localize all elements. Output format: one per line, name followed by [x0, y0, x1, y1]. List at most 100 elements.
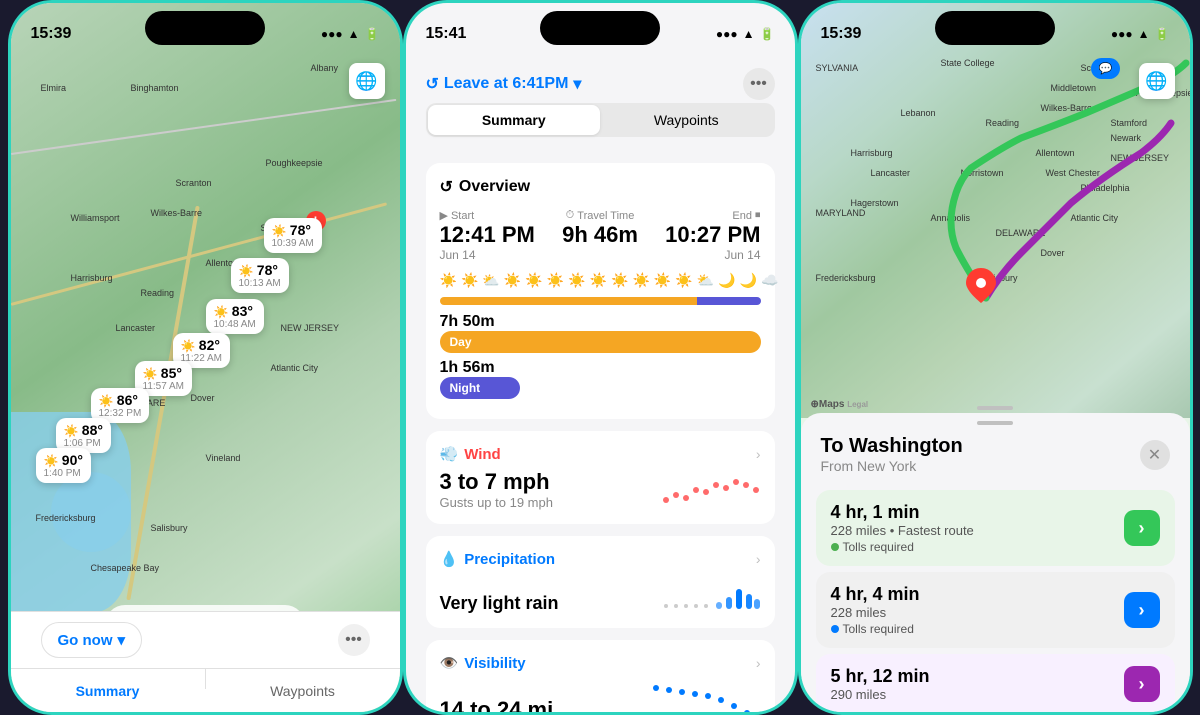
- more-button-1[interactable]: •••: [338, 624, 370, 656]
- precip-chart-svg: [661, 564, 761, 614]
- tab-waypoints-1[interactable]: Waypoints: [206, 669, 400, 712]
- precip-body: Very light rain: [440, 574, 761, 614]
- route-info-1: 4 hr, 1 min 228 miles • Fastest route To…: [831, 502, 1124, 554]
- wind-body: 3 to 7 mph Gusts up to 19 mph: [440, 469, 761, 510]
- night-bar: 1h 56m Night: [440, 359, 761, 399]
- tab-summary-2[interactable]: Summary: [428, 105, 601, 135]
- end-date: Jun 14: [724, 248, 760, 262]
- wind-chart: [661, 470, 761, 510]
- wind-title: 💨 Wind: [440, 445, 501, 463]
- dynamic-island-3: [935, 11, 1055, 45]
- route-option-2[interactable]: 4 hr, 4 min 228 miles Tolls required ›: [816, 572, 1175, 648]
- phone2-content: ↺ Overview ▶ Start 12:41 PM Jun 14 ⏱ Tra…: [406, 148, 795, 712]
- weather-card-1: ☀️ 78° 10:13 AM: [231, 258, 289, 293]
- visibility-card: 👁️ Visibility › 14 to 24 mi: [426, 640, 775, 712]
- vis-title: 👁️ Visibility: [440, 654, 526, 672]
- phone-1: 15:39 ●●● ▲ 🔋 Elmira Binghamton Albany P…: [8, 0, 403, 715]
- weather-icons-row: ☀️☀️⛅☀️☀️☀️☀️☀️☀️☀️☀️☀️⛅🌙🌙☁️: [440, 272, 761, 289]
- route-time-1: 4 hr, 1 min: [831, 502, 1124, 523]
- day-bar: 7h 50m Day: [440, 313, 761, 353]
- dynamic-island-2: [540, 11, 660, 45]
- badge-dot-1: [831, 543, 839, 551]
- route-option-3[interactable]: 5 hr, 12 min 290 miles ›: [816, 654, 1175, 712]
- time-3: 15:39: [821, 25, 862, 43]
- phone-2: 15:41 ●●● ▲ 🔋 ↺ Leave at 6:41PM ▾ ••• Su…: [403, 0, 798, 715]
- route-time-2: 4 hr, 4 min: [831, 584, 1124, 605]
- destination-sub: From New York: [821, 458, 963, 474]
- wind-chart-svg: [661, 470, 761, 510]
- precip-amount: Very light rain: [440, 593, 559, 614]
- time-1: 15:39: [31, 25, 72, 43]
- status-icons-1: ●●● ▲ 🔋: [321, 27, 380, 41]
- vis-chart-svg: [651, 678, 761, 712]
- phone-3: 15:39 ●●● ▲ 🔋 SYLVANIA State College Scr…: [798, 0, 1193, 715]
- start-label: ▶ Start: [440, 209, 544, 222]
- vis-chevron: ›: [756, 655, 761, 671]
- overview-card: ↺ Overview ▶ Start 12:41 PM Jun 14 ⏱ Tra…: [426, 163, 775, 419]
- message-bubble: 💬: [1091, 58, 1121, 79]
- badge-dot-2: [831, 625, 839, 633]
- route-option-1[interactable]: 4 hr, 1 min 228 miles • Fastest route To…: [816, 490, 1175, 566]
- wind-chevron: ›: [756, 446, 761, 462]
- vis-body: 14 to 24 mi: [440, 678, 761, 712]
- tab-row-1: Summary Waypoints: [11, 668, 400, 712]
- route-badge-1: Tolls required: [831, 540, 1124, 554]
- end-time: 10:27 PM: [665, 222, 760, 248]
- tab-waypoints-2[interactable]: Waypoints: [600, 105, 773, 135]
- scroll-indicator-3: [977, 406, 1013, 410]
- weather-card-0: ☀️ 78° 10:39 AM: [264, 218, 322, 253]
- travel-col: ⏱ Travel Time 9h 46m: [548, 209, 652, 262]
- wind-speed: 3 to 7 mph: [440, 469, 553, 495]
- route-info-2: 4 hr, 4 min 228 miles Tolls required: [831, 584, 1124, 636]
- wind-card: 💨 Wind › 3 to 7 mph Gusts up to 19 mph: [426, 431, 775, 524]
- route-details-1: 228 miles • Fastest route: [831, 523, 1124, 538]
- destination-header: To Washington From New York ✕: [801, 425, 1190, 484]
- status-icons-3: ●●● ▲ 🔋: [1111, 27, 1170, 41]
- destination-title: To Washington: [821, 435, 963, 458]
- globe-button[interactable]: 🌐: [349, 63, 385, 99]
- globe-button-3[interactable]: 🌐: [1139, 63, 1175, 99]
- route-details-2: 228 miles: [831, 605, 1124, 620]
- leave-at-button[interactable]: ↺ Leave at 6:41PM ▾: [426, 74, 582, 94]
- go-button-2[interactable]: ›: [1124, 592, 1160, 628]
- phone2-tabs: Summary Waypoints: [426, 103, 775, 137]
- overview-title: ↺ Overview: [440, 177, 761, 197]
- go-now-row: Go now ▾ •••: [11, 611, 400, 668]
- weather-card-2: ☀️ 83° 10:48 AM: [206, 299, 264, 334]
- dynamic-island-1: [145, 11, 265, 45]
- end-col: End ⏹ 10:27 PM Jun 14: [656, 209, 760, 262]
- night-track: Night: [440, 377, 520, 399]
- go-button-1[interactable]: ›: [1124, 510, 1160, 546]
- bottom-nav-1: Go now ▾ ••• Summary Waypoints: [11, 611, 400, 712]
- end-label: End ⏹: [732, 209, 760, 222]
- day-track: Day: [440, 331, 761, 353]
- tab-summary-1[interactable]: Summary: [11, 669, 205, 712]
- more-dots-button[interactable]: •••: [743, 68, 775, 100]
- phone3-bottom-sheet: To Washington From New York ✕ 4 hr, 1 mi…: [801, 413, 1190, 712]
- time-2: 15:41: [426, 25, 467, 43]
- precip-title: 💧 Precipitation: [440, 550, 556, 568]
- route-time-3: 5 hr, 12 min: [831, 666, 1124, 687]
- weather-card-7: ☀️ 90° 1:40 PM: [36, 448, 91, 483]
- route-badge-2: Tolls required: [831, 622, 1124, 636]
- travel-label: ⏱ Travel Time: [566, 209, 635, 222]
- route-svg: [801, 3, 1190, 418]
- close-button[interactable]: ✕: [1140, 440, 1170, 470]
- maps-label-3: ⊕Maps Legal: [811, 399, 869, 410]
- map-3[interactable]: SYLVANIA State College Scranton Middleto…: [801, 3, 1190, 418]
- travel-time: 9h 46m: [562, 222, 638, 248]
- precip-chart: [661, 574, 761, 614]
- go-now-button[interactable]: Go now ▾: [41, 622, 143, 658]
- vis-range: 14 to 24 mi: [440, 697, 554, 712]
- route-info-3: 5 hr, 12 min 290 miles: [831, 666, 1124, 702]
- route-details-3: 290 miles: [831, 687, 1124, 702]
- destination-pin: [966, 268, 996, 308]
- wind-header: 💨 Wind ›: [440, 445, 761, 463]
- vis-header: 👁️ Visibility ›: [440, 654, 761, 672]
- go-button-3[interactable]: ›: [1124, 666, 1160, 702]
- status-icons-2: ●●● ▲ 🔋: [716, 27, 775, 41]
- precipitation-card: 💧 Precipitation › Very light rain: [426, 536, 775, 628]
- start-time: 12:41 PM: [440, 222, 544, 248]
- start-date: Jun 14: [440, 248, 544, 262]
- start-col: ▶ Start 12:41 PM Jun 14: [440, 209, 544, 262]
